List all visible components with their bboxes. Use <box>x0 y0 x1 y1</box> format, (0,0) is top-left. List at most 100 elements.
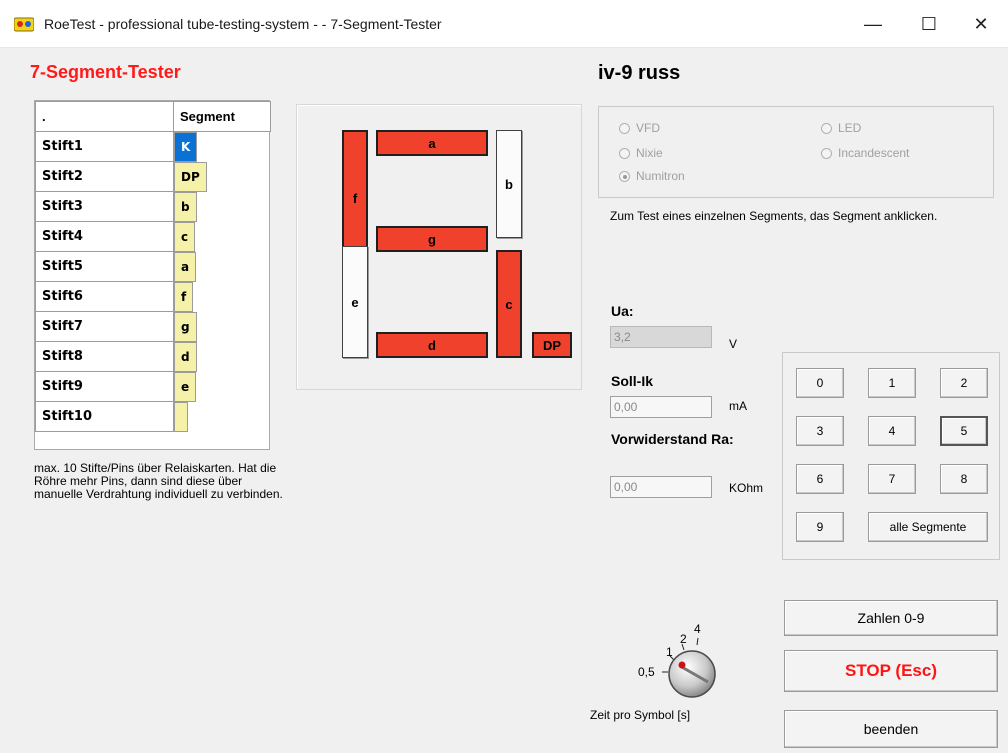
radio-button-icon <box>619 122 630 134</box>
pin-cell: Stift6 <box>35 281 174 312</box>
digit-button-2[interactable]: 2 <box>940 368 988 398</box>
ua-unit: V <box>729 337 738 351</box>
pin-cell: Stift9 <box>35 371 174 402</box>
table-row[interactable]: Stift8 d <box>35 341 271 372</box>
table-row[interactable]: Stift6 f <box>35 281 271 312</box>
segment-display-panel: a f b g e c d DP <box>296 104 582 390</box>
pin-cell: Stift3 <box>35 191 174 222</box>
digit-button-6[interactable]: 6 <box>796 464 844 494</box>
knob-label-0-5: 0,5 <box>638 665 655 679</box>
page-title: 7-Segment-Tester <box>30 62 181 82</box>
segment-c-label: c <box>505 296 513 312</box>
column-header-pin: . <box>35 101 174 132</box>
ua-field: 3,2 <box>610 326 712 348</box>
segment-b-label: b <box>505 176 513 192</box>
segment-cell[interactable]: K <box>174 132 198 162</box>
table-row[interactable]: Stift7 g <box>35 311 271 342</box>
digit-button-3[interactable]: 3 <box>796 416 844 446</box>
segment-a-label: a <box>428 135 436 151</box>
radio-label: Nixie <box>636 146 663 160</box>
minimize-icon: — <box>864 13 882 34</box>
table-row[interactable]: Stift5 a <box>35 251 271 282</box>
pin-cell: Stift7 <box>35 311 174 342</box>
app-icon <box>14 17 34 32</box>
segment-e-label: e <box>351 294 359 310</box>
segment-dp-label: DP <box>542 337 562 353</box>
pin-limit-note: max. 10 Stifte/Pins über Relaiskarten. H… <box>34 461 283 501</box>
segment-cell[interactable]: DP <box>174 161 207 192</box>
instruction-text: Zum Test eines einzelnen Segments, das S… <box>610 209 938 223</box>
minimize-button[interactable]: — <box>850 0 896 48</box>
segment-e[interactable]: e <box>342 246 368 358</box>
segment-cell[interactable]: c <box>174 221 196 252</box>
numbers-0-9-button[interactable]: Zahlen 0-9 <box>784 600 998 636</box>
knob-caption: Zeit pro Symbol [s] <box>590 708 691 722</box>
digit-button-1[interactable]: 1 <box>868 368 916 398</box>
segment-cell[interactable] <box>174 401 188 432</box>
close-button[interactable]: ✕ <box>958 0 1004 48</box>
digit-button-0[interactable]: 0 <box>796 368 844 398</box>
pin-segment-grid[interactable]: . Segment Stift1 K Stift2 DP Stift3 b Stift… <box>34 100 271 450</box>
pin-cell: Stift10 <box>35 401 174 432</box>
segment-dp[interactable]: DP <box>532 332 572 358</box>
digit-button-5[interactable]: 5 <box>940 416 988 446</box>
segment-cell[interactable]: g <box>174 311 197 342</box>
rotary-knob-icon <box>662 637 716 698</box>
radio-button-icon <box>619 170 630 182</box>
pin-table: . Segment Stift1 K Stift2 DP Stift3 b Stift… <box>35 101 271 432</box>
radio-button-icon <box>821 122 832 134</box>
all-segments-button[interactable]: alle Segmente <box>868 512 988 542</box>
radio-label: LED <box>838 121 862 135</box>
radio-vfd[interactable]: VFD <box>619 121 660 135</box>
segment-d[interactable]: d <box>376 332 488 358</box>
segment-d-label: d <box>428 337 436 353</box>
segment-f-label: f <box>352 190 358 206</box>
table-row[interactable]: Stift2 DP <box>35 161 271 192</box>
radio-nixie[interactable]: Nixie <box>619 146 663 160</box>
stop-button[interactable]: STOP (Esc) <box>784 650 998 692</box>
tube-name: iv-9 russ <box>598 62 681 84</box>
digit-button-8[interactable]: 8 <box>940 464 988 494</box>
radio-led[interactable]: LED <box>821 121 861 135</box>
ra-unit: KOhm <box>729 481 764 495</box>
radio-button-icon <box>619 147 630 159</box>
ua-label: Ua: <box>611 303 634 319</box>
segment-g[interactable]: g <box>376 226 488 252</box>
segment-a[interactable]: a <box>376 130 488 156</box>
pin-cell: Stift8 <box>35 341 174 372</box>
segment-cell[interactable]: d <box>174 341 197 372</box>
maximize-icon: ☐ <box>920 13 938 34</box>
radio-label: Incandescent <box>838 146 910 160</box>
digit-button-4[interactable]: 4 <box>868 416 916 446</box>
table-row[interactable]: Stift4 c <box>35 221 271 252</box>
segment-cell[interactable]: a <box>174 251 197 282</box>
digit-button-9[interactable]: 9 <box>796 512 844 542</box>
column-header-segment: Segment <box>173 101 271 132</box>
table-row[interactable]: Stift9 e <box>35 371 271 402</box>
segment-b[interactable]: b <box>496 130 522 238</box>
pin-cell: Stift4 <box>35 221 174 252</box>
radio-numitron[interactable]: Numitron <box>619 169 685 183</box>
segment-c[interactable]: c <box>496 250 522 358</box>
soll-ik-field[interactable]: 0,00 <box>610 396 712 418</box>
segment-cell[interactable]: e <box>174 371 197 402</box>
segment-cell[interactable]: f <box>174 281 194 312</box>
radio-incandescent[interactable]: Incandescent <box>821 146 909 160</box>
digit-button-7[interactable]: 7 <box>868 464 916 494</box>
table-row[interactable]: Stift10 <box>35 401 271 432</box>
ra-field[interactable]: 0,00 <box>610 476 712 498</box>
close-icon: ✕ <box>973 13 989 34</box>
pin-cell: Stift2 <box>35 161 174 192</box>
soll-ik-unit: mA <box>729 399 747 413</box>
segment-cell[interactable]: b <box>174 191 197 222</box>
table-row[interactable]: Stift1 K <box>35 131 271 162</box>
ra-label: Vorwiderstand Ra: <box>611 431 734 447</box>
pin-cell: Stift5 <box>35 251 174 282</box>
maximize-button[interactable]: ☐ <box>906 0 952 48</box>
table-row[interactable]: Stift3 b <box>35 191 271 222</box>
knob-label-2: 2 <box>680 632 687 646</box>
segment-g-label: g <box>428 231 436 247</box>
exit-button[interactable]: beenden <box>784 710 998 748</box>
radio-label: Numitron <box>636 169 685 183</box>
display-type-group: VFD LED Nixie Incandescent Numitron <box>598 106 994 198</box>
